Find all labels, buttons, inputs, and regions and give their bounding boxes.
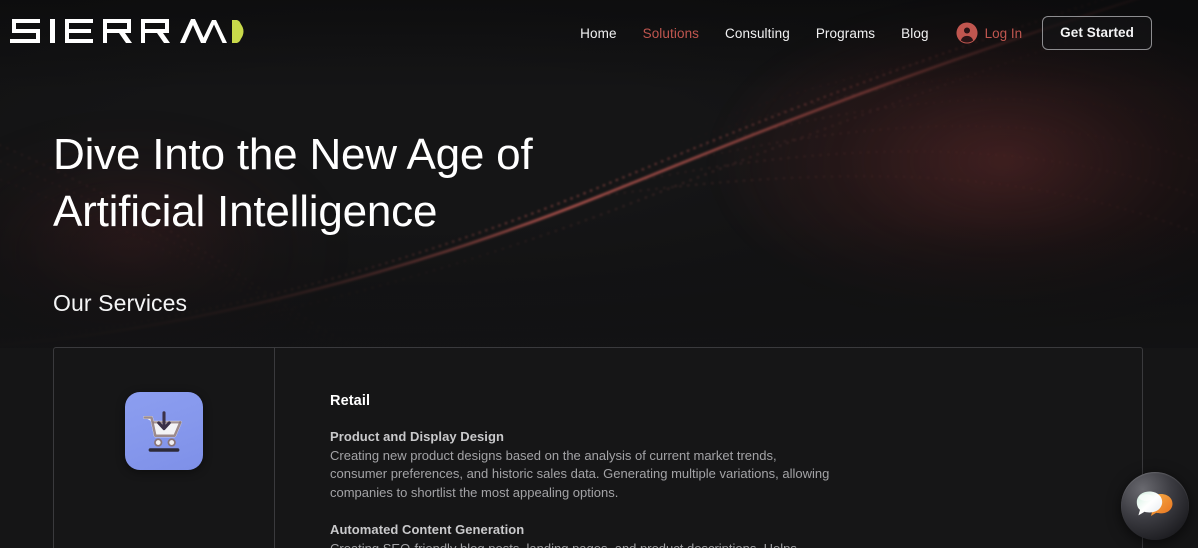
login-button[interactable]: Log In: [956, 22, 1023, 44]
shopping-cart-download-icon: [125, 392, 203, 470]
service-block-text: Creating SEO-friendly blog posts, landin…: [330, 540, 835, 548]
get-started-button[interactable]: Get Started: [1042, 16, 1152, 50]
nav-item-blog[interactable]: Blog: [888, 26, 941, 41]
nav-item-solutions[interactable]: Solutions: [630, 26, 712, 41]
site-header: Home Solutions Consulting Programs Blog …: [0, 0, 1198, 66]
nav-item-home[interactable]: Home: [567, 26, 629, 41]
service-block-text: Creating new product designs based on th…: [330, 448, 830, 500]
service-block-heading: Product and Display Design: [330, 429, 504, 444]
login-label: Log In: [984, 25, 1023, 41]
hero-section: Dive Into the New Age of Artificial Inte…: [53, 126, 533, 240]
nav-item-programs[interactable]: Programs: [803, 26, 888, 41]
hero-title: Dive Into the New Age of Artificial Inte…: [53, 130, 533, 236]
cart-glyph: [143, 411, 182, 452]
service-block: Automated Content Generation Creating SE…: [330, 522, 1142, 548]
sierra-ai-logo-icon: [10, 19, 244, 43]
our-services-heading: Our Services: [53, 290, 188, 316]
nav-item-consulting[interactable]: Consulting: [712, 26, 803, 41]
user-avatar-icon: [956, 22, 978, 44]
service-title: Retail: [330, 393, 371, 409]
brand-logo[interactable]: [8, 11, 248, 51]
chat-bubbles-icon: [1136, 491, 1173, 516]
service-content: Retail Product and Display Design Creati…: [275, 348, 1142, 548]
page-root: Home Solutions Consulting Programs Blog …: [0, 0, 1198, 548]
service-icon-column: [54, 348, 275, 548]
service-block: Product and Display Design Creating new …: [330, 429, 1142, 502]
service-card-retail[interactable]: Retail Product and Display Design Creati…: [53, 347, 1143, 548]
main-navigation: Home Solutions Consulting Programs Blog …: [567, 0, 1152, 66]
chat-widget-button[interactable]: [1121, 472, 1189, 540]
service-block-heading: Automated Content Generation: [330, 522, 525, 538]
